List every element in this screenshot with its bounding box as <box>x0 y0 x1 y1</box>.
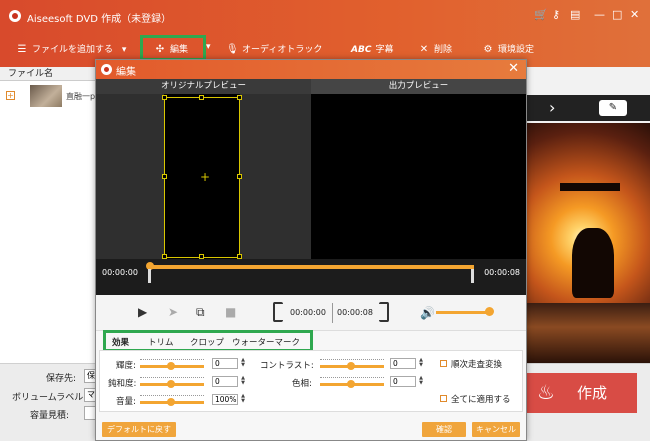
create-button[interactable]: ♨ 作成 <box>527 373 637 413</box>
set-start-button[interactable] <box>273 302 283 322</box>
crosshair-icon: + <box>200 170 211 184</box>
maximize-button[interactable]: □ <box>612 8 622 21</box>
crop-handle-r[interactable] <box>237 174 242 179</box>
saturation-slider[interactable] <box>140 377 204 388</box>
dialog-title-bar: 編集 ✕ <box>96 60 526 79</box>
volume-slider[interactable] <box>436 311 488 314</box>
delete-icon: ✕ <box>419 44 429 55</box>
volume-input[interactable]: 100% ▲ ▼ <box>212 394 245 405</box>
close-button[interactable]: ✕ <box>630 8 639 21</box>
brightness-input[interactable]: 0 ▲ ▼ <box>212 358 245 369</box>
app-logo-icon <box>9 10 21 22</box>
window-title: Aiseesoft DVD 作成（未登録） <box>27 14 172 25</box>
effect-panel: 輝度: 0 ▲ ▼ 鈍和度: 0 ▲ ▼ 音量: 100% ▲ ▼ コントラスト: 0 ▲ ▼ … <box>99 350 523 412</box>
hue-label: 色相: <box>292 379 312 389</box>
output-preview-header: 出力プレビュー <box>311 79 526 94</box>
volume-effect-slider[interactable] <box>140 395 204 406</box>
apply-all-checkbox[interactable] <box>440 395 447 402</box>
saturation-label: 鈍和度: <box>108 379 137 389</box>
cart-icon[interactable]: 🛒 <box>534 8 548 21</box>
crop-handle-tl[interactable] <box>162 95 167 100</box>
timeline-end-time: 00:00:08 <box>484 268 520 277</box>
apply-all-label: 全てに適用する <box>451 395 511 405</box>
expand-icon[interactable]: + <box>6 91 15 100</box>
confirm-button[interactable]: 確認 <box>422 422 466 437</box>
file-list-panel: ファイル名 + 直融一p <box>0 67 100 363</box>
crop-handle-l[interactable] <box>162 174 167 179</box>
crop-handle-t[interactable] <box>199 95 204 100</box>
capacity-label: 容量見積: <box>30 411 70 421</box>
edit-dropdown-icon[interactable]: ▾ <box>206 42 211 58</box>
output-video <box>311 94 526 259</box>
deinterlace-label: 順次走査変換 <box>451 360 503 370</box>
flame-icon: ♨ <box>537 380 555 404</box>
play-button[interactable]: ▶ <box>138 305 147 319</box>
playback-controls: ▶ ➤ ⧉ ■ 00:00:00 00:00:08 🔊 <box>96 295 526 331</box>
settings-button[interactable]: ⚙ 環境設定 <box>482 42 535 58</box>
add-file-icon: ☰ <box>17 44 27 55</box>
contrast-input[interactable]: 0 ▲ ▼ <box>390 358 423 369</box>
default-button[interactable]: デフォルトに戻す <box>102 422 176 437</box>
file-list-header: ファイル名 <box>0 67 99 81</box>
edit-dialog: 編集 ✕ オリジナルプレビュー 出力プレビュー + 00:00:00 00:00… <box>95 59 527 441</box>
volume-label: 音量: <box>116 397 136 407</box>
clip-start-time: 00:00:00 <box>290 308 326 317</box>
contrast-slider[interactable] <box>320 359 384 370</box>
dialog-logo-icon <box>101 64 112 75</box>
contrast-label: コントラスト: <box>260 361 314 371</box>
minimize-button[interactable]: — <box>594 8 605 21</box>
delete-button[interactable]: ✕ 削除 <box>418 42 452 58</box>
volume-knob[interactable] <box>485 307 494 316</box>
subtitle-icon: ABC <box>351 45 372 55</box>
preview-panel: › ✎ <box>527 67 650 363</box>
title-bar: Aiseesoft DVD 作成（未登録） 🛒 ⚷ ▤ — □ ✕ <box>0 0 650 33</box>
set-end-button[interactable] <box>379 302 389 322</box>
dialog-close-button[interactable]: ✕ <box>508 61 519 76</box>
timeline-start-time: 00:00:00 <box>102 268 138 277</box>
preview-image <box>527 123 650 363</box>
deinterlace-checkbox[interactable] <box>440 360 447 367</box>
trim-start-marker[interactable] <box>148 269 151 283</box>
menu-icon[interactable]: ▤ <box>570 8 580 21</box>
save-to-label: 保存先: <box>46 374 77 384</box>
chevron-down-icon[interactable]: ▾ <box>122 45 127 55</box>
edit-highlight <box>140 35 206 61</box>
crop-handle-tr[interactable] <box>237 95 242 100</box>
key-icon[interactable]: ⚷ <box>552 8 560 21</box>
microphone-icon: 🎙 <box>226 44 239 55</box>
timeline-track[interactable] <box>150 265 474 269</box>
tabs-highlight <box>103 330 313 352</box>
stop-button[interactable]: ■ <box>225 305 236 319</box>
volume-label-label: ボリュームラベル: <box>12 393 87 403</box>
brightness-label: 輝度: <box>116 361 136 371</box>
list-item[interactable]: + 直融一p <box>0 83 100 109</box>
fast-forward-button[interactable]: ➤ <box>168 305 178 319</box>
subtitle-button[interactable]: ABC 字幕 <box>351 42 393 58</box>
trim-end-marker[interactable] <box>471 269 474 283</box>
frame-button[interactable]: ⧉ <box>196 305 205 320</box>
next-arrow-icon[interactable]: › <box>549 98 555 117</box>
timeline: 00:00:00 00:00:08 <box>96 259 526 295</box>
dialog-title: 編集 <box>116 67 136 78</box>
saturation-input[interactable]: 0 ▲ ▼ <box>212 376 245 387</box>
file-thumbnail <box>30 85 62 107</box>
hue-slider[interactable] <box>320 377 384 388</box>
edit-menu-icon[interactable]: ✎ <box>599 100 627 116</box>
hue-input[interactable]: 0 ▲ ▼ <box>390 376 423 387</box>
preview-toolbar <box>527 95 650 121</box>
add-file-button[interactable]: ☰ ファイルを追加する ▾ <box>16 42 127 58</box>
gear-icon: ⚙ <box>483 44 493 55</box>
brightness-slider[interactable] <box>140 359 204 370</box>
original-preview-header: オリジナルプレビュー <box>96 79 311 94</box>
cancel-button[interactable]: キャンセル <box>472 422 520 437</box>
audio-track-button[interactable]: 🎙 オーディオトラック <box>226 42 322 58</box>
clip-end-time: 00:00:08 <box>337 308 373 317</box>
volume-icon[interactable]: 🔊 <box>420 306 435 320</box>
